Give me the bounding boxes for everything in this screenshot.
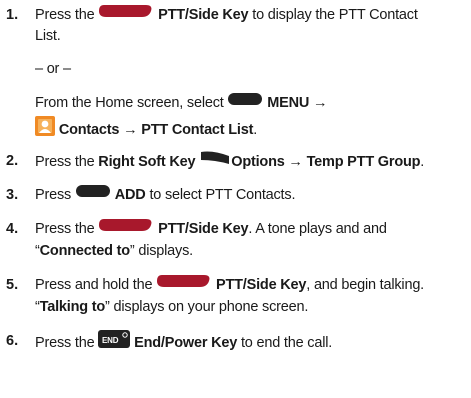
step-1-line-5: Contacts → PTT Contact List. (35, 116, 257, 143)
add-key-label: ADD (114, 187, 146, 203)
step-4-line-1: Press the PTT/Side Key. A tone plays and… (35, 219, 387, 239)
step-1-or-separator: – or – (35, 61, 71, 77)
ptt-side-key-icon (98, 218, 154, 238)
step-6-number: 6. (6, 333, 19, 349)
ptt-side-key-icon (156, 274, 212, 294)
right-soft-key-icon (199, 150, 231, 172)
contacts-path-label: Contacts → PTT Contact List (58, 121, 254, 138)
ptt-side-key-label: PTT/Side Key (158, 7, 249, 23)
ptt-side-key-label: PTT/Side Key (216, 277, 307, 293)
step-2-number: 2. (6, 153, 19, 169)
end-power-key-icon: END (98, 330, 131, 354)
menu-key-icon (227, 92, 263, 112)
end-power-key-label: End/Power Key (134, 334, 238, 351)
contacts-icon (35, 116, 55, 142)
end-key-text: END (102, 336, 119, 345)
step-4-number: 4. (6, 221, 19, 237)
step-5-number: 5. (6, 277, 19, 293)
instruction-document: 1. Press the PTT/Side Key to display the… (0, 0, 471, 398)
options-path-label: Options → Temp PTT Group (231, 153, 421, 170)
step-3-line: Press ADD to select PTT Contacts. (35, 185, 295, 205)
step-5-line-1: Press and hold the PTT/Side Key, and beg… (35, 275, 424, 295)
right-soft-key-label: Right Soft Key (98, 153, 196, 170)
add-key-icon (75, 184, 111, 204)
talking-to-label: Talking to (39, 299, 106, 315)
ptt-side-key-icon (98, 4, 154, 24)
menu-key-label: MENU → (267, 95, 328, 111)
step-5-line-2: “Talking to” displays on your phone scre… (35, 299, 309, 315)
step-3-number: 3. (6, 187, 19, 203)
step-1-line-1: Press the PTT/Side Key to display the PT… (35, 5, 418, 25)
ptt-side-key-label: PTT/Side Key (158, 221, 249, 237)
step-1-line-2: List. (35, 28, 61, 44)
step-1-line-4: From the Home screen, select MENU → (35, 92, 328, 113)
step-1-number: 1. (6, 7, 19, 23)
step-4-line-2: “Connected to” displays. (35, 243, 193, 259)
step-6-line: Press the END End/Power Key to end the c… (35, 330, 332, 355)
connected-to-label: Connected to (39, 243, 130, 259)
step-2-line: Press the Right Soft Key Options → Temp … (35, 151, 424, 173)
